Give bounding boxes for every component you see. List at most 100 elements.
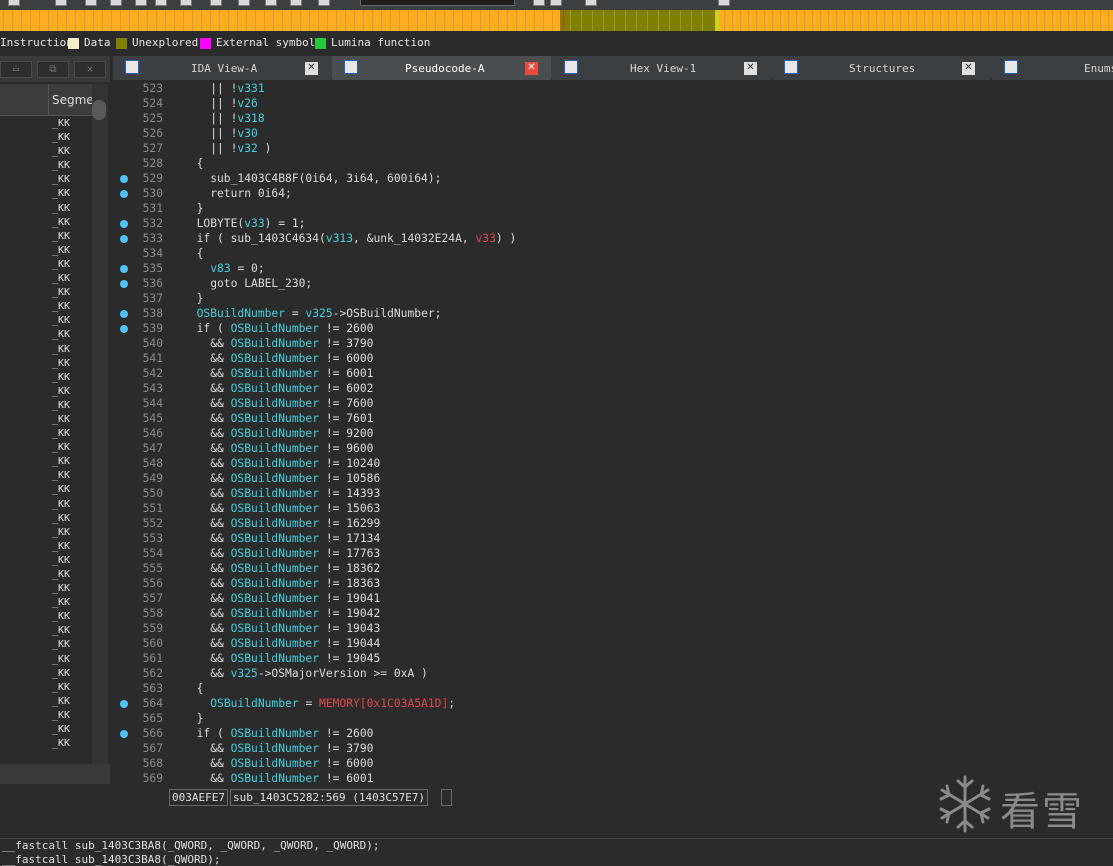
tab-enums[interactable]: Enums — [992, 56, 1113, 80]
tab-pseudocode-a[interactable]: Pseudocode-A ✕ — [332, 56, 551, 80]
identifier-token[interactable]: OSBuildNumber — [231, 637, 319, 650]
toolbar-button[interactable] — [265, 0, 277, 6]
code-line[interactable]: 542 && OSBuildNumber != 6001 — [113, 366, 1113, 381]
identifier-token[interactable]: OSBuildNumber — [210, 697, 298, 710]
tab-ida-view-a[interactable]: IDA View-A ✕ — [113, 56, 331, 80]
function-row[interactable]: _KK — [0, 737, 92, 751]
identifier-token[interactable]: OSBuildNumber — [197, 307, 285, 320]
identifier-token[interactable]: v32 — [237, 142, 257, 155]
toolbar-button[interactable] — [550, 0, 562, 6]
code-line[interactable]: 526 || !v30 — [113, 126, 1113, 141]
function-row[interactable]: _KK — [0, 568, 92, 582]
vertical-scrollbar[interactable] — [92, 84, 108, 764]
identifier-token[interactable]: OSBuildNumber — [231, 367, 319, 380]
restore-icon[interactable]: ▭ — [0, 61, 32, 78]
code-line[interactable]: 541 && OSBuildNumber != 6000 — [113, 351, 1113, 366]
function-row[interactable]: _KK — [0, 582, 92, 596]
code-line[interactable]: 537 } — [113, 291, 1113, 306]
close-icon[interactable]: ✕ — [962, 62, 975, 75]
toolbar-button[interactable] — [155, 0, 167, 6]
function-row[interactable]: _KK — [0, 202, 92, 216]
function-row[interactable]: _KK — [0, 554, 92, 568]
close-icon[interactable]: ✕ — [525, 62, 538, 75]
function-row[interactable]: _KK — [0, 413, 92, 427]
identifier-token[interactable]: v325 — [305, 307, 332, 320]
function-row[interactable]: _KK — [0, 469, 92, 483]
code-line[interactable]: 531 } — [113, 201, 1113, 216]
code-line[interactable]: 528 { — [113, 156, 1113, 171]
function-row[interactable]: _KK — [0, 272, 92, 286]
function-row[interactable]: _KK — [0, 723, 92, 737]
function-row[interactable]: _KK — [0, 117, 92, 131]
debugger-select[interactable] — [360, 0, 515, 6]
identifier-token[interactable]: OSBuildNumber — [231, 502, 319, 515]
code-line[interactable]: 535 v83 = 0; — [113, 261, 1113, 276]
code-line[interactable]: 534 { — [113, 246, 1113, 261]
code-line[interactable]: 567 && OSBuildNumber != 3790 — [113, 741, 1113, 756]
function-row[interactable]: _KK — [0, 230, 92, 244]
navigation-band[interactable] — [0, 10, 1113, 31]
function-row[interactable]: _KK — [0, 343, 92, 357]
function-row[interactable]: _KK — [0, 216, 92, 230]
function-row[interactable]: _KK — [0, 709, 92, 723]
identifier-token[interactable]: OSBuildNumber — [231, 757, 319, 770]
code-line[interactable]: 556 && OSBuildNumber != 18363 — [113, 576, 1113, 591]
function-row[interactable]: _KK — [0, 145, 92, 159]
code-line[interactable]: 566 if ( OSBuildNumber != 2600 — [113, 726, 1113, 741]
close-icon[interactable]: ✕ — [305, 62, 318, 75]
scrollbar-thumb[interactable] — [92, 100, 106, 120]
identifier-token[interactable]: OSBuildNumber — [231, 652, 319, 665]
function-row[interactable]: _KK — [0, 667, 92, 681]
identifier-token[interactable]: v30 — [237, 127, 257, 140]
identifier-token[interactable]: OSBuildNumber — [231, 352, 319, 365]
identifier-token[interactable]: OSBuildNumber — [231, 427, 319, 440]
toolbar-button[interactable] — [135, 0, 147, 6]
code-line[interactable]: 549 && OSBuildNumber != 10586 — [113, 471, 1113, 486]
function-row[interactable]: _KK — [0, 300, 92, 314]
identifier-token[interactable]: OSBuildNumber — [231, 532, 319, 545]
identifier-token[interactable]: OSBuildNumber — [231, 562, 319, 575]
identifier-token[interactable]: v318 — [237, 112, 264, 125]
code-line[interactable]: 550 && OSBuildNumber != 14393 — [113, 486, 1113, 501]
identifier-token[interactable]: v325 — [231, 667, 258, 680]
pseudocode-editor[interactable]: 523 || !v331 524 || !v26 525 || !v318 526 |… — [113, 80, 1113, 785]
highlighted-token[interactable]: MEMORY[0x1C03A5A1D] — [319, 697, 448, 710]
toolbar-button[interactable] — [180, 0, 192, 6]
code-line[interactable]: 545 && OSBuildNumber != 7601 — [113, 411, 1113, 426]
function-row[interactable]: _KK — [0, 681, 92, 695]
toolbar-button[interactable] — [585, 0, 597, 6]
code-line[interactable]: 538 OSBuildNumber = v325->OSBuildNumber; — [113, 306, 1113, 321]
horizontal-scrollbar[interactable] — [0, 764, 110, 784]
code-line[interactable]: 551 && OSBuildNumber != 15063 — [113, 501, 1113, 516]
close-icon[interactable]: ✕ — [744, 62, 757, 75]
function-row[interactable]: _KK — [0, 526, 92, 540]
identifier-token[interactable]: OSBuildNumber — [231, 442, 319, 455]
code-line[interactable]: 560 && OSBuildNumber != 19044 — [113, 636, 1113, 651]
code-line[interactable]: 555 && OSBuildNumber != 18362 — [113, 561, 1113, 576]
function-row[interactable]: _KK — [0, 695, 92, 709]
identifier-token[interactable]: v331 — [237, 82, 264, 95]
identifier-token[interactable]: v313 — [326, 232, 353, 245]
function-row[interactable]: _KK — [0, 159, 92, 173]
function-row[interactable]: _KK — [0, 173, 92, 187]
function-row[interactable]: _KK — [0, 540, 92, 554]
function-row[interactable]: _KK — [0, 399, 92, 413]
identifier-token[interactable]: OSBuildNumber — [231, 457, 319, 470]
code-line[interactable]: 557 && OSBuildNumber != 19041 — [113, 591, 1113, 606]
identifier-token[interactable]: v26 — [237, 97, 257, 110]
function-row[interactable]: _KK — [0, 328, 92, 342]
function-row[interactable]: _KK — [0, 596, 92, 610]
toolbar-button[interactable] — [85, 0, 97, 6]
highlighted-token[interactable]: v33 — [475, 232, 495, 245]
identifier-token[interactable]: OSBuildNumber — [231, 382, 319, 395]
identifier-token[interactable]: OSBuildNumber — [231, 322, 319, 335]
code-line[interactable]: 565 } — [113, 711, 1113, 726]
function-row[interactable]: _KK — [0, 610, 92, 624]
function-row[interactable]: _KK — [0, 653, 92, 667]
code-line[interactable]: 547 && OSBuildNumber != 9600 — [113, 441, 1113, 456]
identifier-token[interactable]: OSBuildNumber — [231, 517, 319, 530]
identifier-token[interactable]: OSBuildNumber — [231, 412, 319, 425]
identifier-token[interactable]: OSBuildNumber — [231, 772, 319, 785]
toolbar-button[interactable] — [210, 0, 222, 6]
function-row[interactable]: _KK — [0, 498, 92, 512]
